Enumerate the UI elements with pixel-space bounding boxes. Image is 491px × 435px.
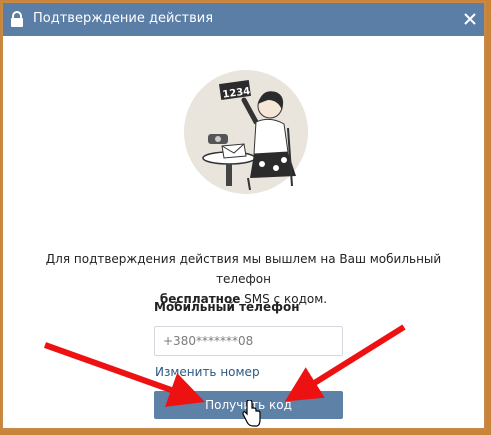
message-text: Для подтверждения действия мы вышлем на … [45, 252, 442, 286]
change-number-link[interactable]: Изменить номер [155, 365, 260, 379]
dialog: Подтверждение действия 1234 Для подтверж… [1, 1, 486, 430]
sms-illustration: 1234 [184, 70, 308, 194]
dialog-titlebar: Подтверждение действия [3, 3, 484, 36]
hand-cursor-icon [242, 400, 261, 427]
lock-icon [11, 11, 23, 27]
close-icon[interactable] [462, 11, 478, 27]
phone-label: Мобильный телефон [154, 300, 300, 314]
dialog-title: Подтверждение действия [33, 11, 214, 26]
phone-input[interactable] [154, 326, 343, 356]
